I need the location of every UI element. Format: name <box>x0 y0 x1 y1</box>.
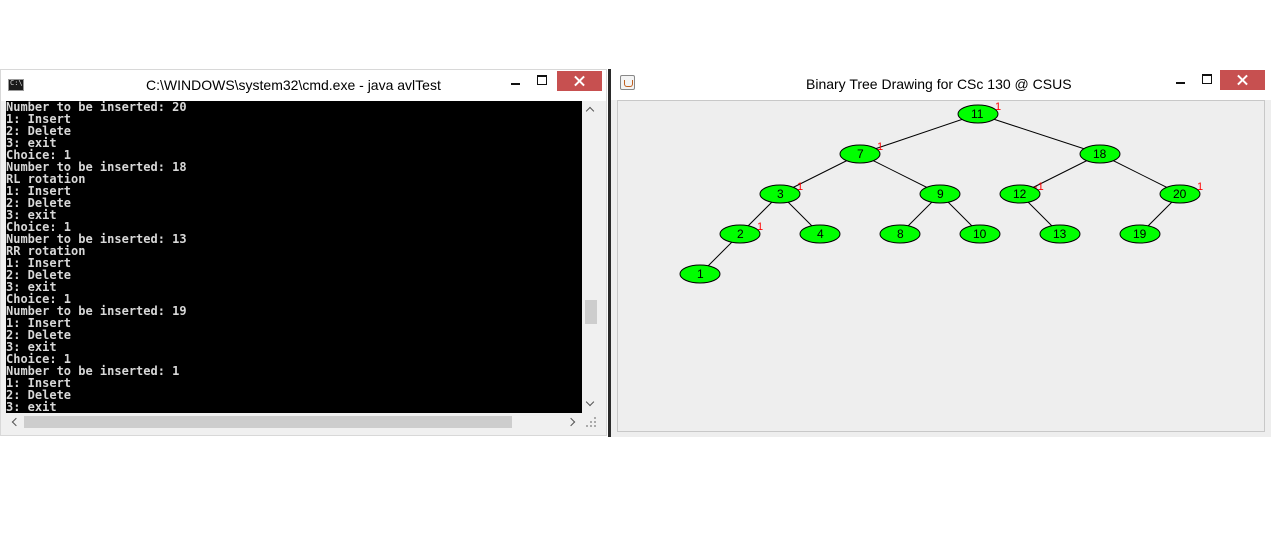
vertical-scrollbar[interactable] <box>582 101 599 413</box>
maximize-icon[interactable] <box>529 71 556 91</box>
console-line: 1: Insert <box>6 112 72 126</box>
resize-grip-icon[interactable] <box>583 414 598 429</box>
console-line: Number to be inserted: 18 <box>6 160 187 174</box>
console-line: 1: Insert <box>6 316 72 330</box>
tree-node-label: 2 <box>737 227 744 241</box>
console-line: RR rotation <box>6 244 86 258</box>
horizontal-scrollbar[interactable] <box>6 413 582 430</box>
tree-drawing: 11 17 1 183 1 9 12 -1 20 12 1 4 8 10 13 191 <box>679 101 1203 284</box>
console-line: Number to be inserted: 13 <box>6 232 187 246</box>
tree-node-label: 12 <box>1013 187 1027 201</box>
console-line: 2: Delete <box>6 268 72 282</box>
java-icon[interactable] <box>620 75 635 90</box>
console-line: 3: exit <box>6 280 57 294</box>
console-line: 1: Insert <box>6 376 72 390</box>
scroll-left-icon[interactable] <box>6 413 23 430</box>
cmd-icon[interactable] <box>8 79 24 91</box>
console-line: 2: Delete <box>6 196 72 210</box>
tree-node-label: 18 <box>1093 147 1107 161</box>
balance-factor: 1 <box>1197 181 1203 193</box>
minimize-icon[interactable] <box>1167 70 1194 90</box>
cmd-window: C:\WINDOWS\system32\cmd.exe - java avlTe… <box>0 69 607 436</box>
console-line: RL rotation <box>6 172 86 186</box>
tree-node-label: 9 <box>937 187 944 201</box>
balance-factor: -1 <box>1034 181 1044 193</box>
console-line: 3: exit <box>6 208 57 222</box>
close-icon[interactable] <box>557 71 602 91</box>
console-line: Number to be inserted: 20 <box>6 101 187 114</box>
tree-canvas: 11 1 7 1 18 3 1 9 12 -1 20 1 2 1 4 8 10 13 19 1 <box>617 100 1265 432</box>
console-line: Number to be inserted: 1 <box>6 364 180 378</box>
tree-node-label: 7 <box>857 147 864 161</box>
scroll-right-icon[interactable] <box>565 413 582 430</box>
scroll-down-icon[interactable] <box>582 396 599 413</box>
scroll-up-icon[interactable] <box>582 101 599 118</box>
tree-node-label: 1 <box>697 267 704 281</box>
close-icon[interactable] <box>1220 70 1265 90</box>
tree-node-label: 19 <box>1133 227 1147 241</box>
vertical-scroll-thumb[interactable] <box>585 300 597 324</box>
tree-node-label: 8 <box>897 227 904 241</box>
console-line: 3: exit <box>6 400 57 413</box>
maximize-icon[interactable] <box>1194 70 1221 90</box>
tree-window: Binary Tree Drawing for CSc 130 @ CSUS 1… <box>611 69 1271 437</box>
console-line: Number to be inserted: 19 <box>6 304 187 318</box>
console-line: 2: Delete <box>6 124 72 138</box>
tree-node-label: 4 <box>817 227 824 241</box>
console-output[interactable]: Number to be inserted: 20 1: Insert 2: Del… <box>6 101 582 413</box>
balance-factor: 1 <box>757 221 763 233</box>
console-line: 1: Insert <box>6 256 72 270</box>
tree-titlebar[interactable]: Binary Tree Drawing for CSc 130 @ CSUS <box>611 69 1271 100</box>
horizontal-scroll-thumb[interactable] <box>24 416 512 428</box>
balance-factor: 1 <box>995 101 1001 113</box>
tree-node-label: 11 <box>971 107 984 121</box>
balance-factor: 1 <box>797 181 803 193</box>
console-line: 2: Delete <box>6 388 72 402</box>
tree-node-label: 13 <box>1053 227 1067 241</box>
minimize-icon[interactable] <box>502 71 529 91</box>
tree-edge <box>977 113 1101 155</box>
tree-node-label: 10 <box>973 227 987 241</box>
tree-title: Binary Tree Drawing for CSc 130 @ CSUS <box>806 76 1072 92</box>
tree-node-label: 3 <box>777 187 784 201</box>
balance-factor: 1 <box>877 141 883 153</box>
tree-node-label: 20 <box>1173 187 1187 201</box>
cmd-title: C:\WINDOWS\system32\cmd.exe - java avlTe… <box>146 77 441 93</box>
console-line: 3: exit <box>6 340 57 354</box>
cmd-titlebar[interactable]: C:\WINDOWS\system32\cmd.exe - java avlTe… <box>1 70 606 101</box>
console-line: 3: exit <box>6 136 57 150</box>
console-line: 1: Insert <box>6 184 72 198</box>
console-line: 2: Delete <box>6 328 72 342</box>
